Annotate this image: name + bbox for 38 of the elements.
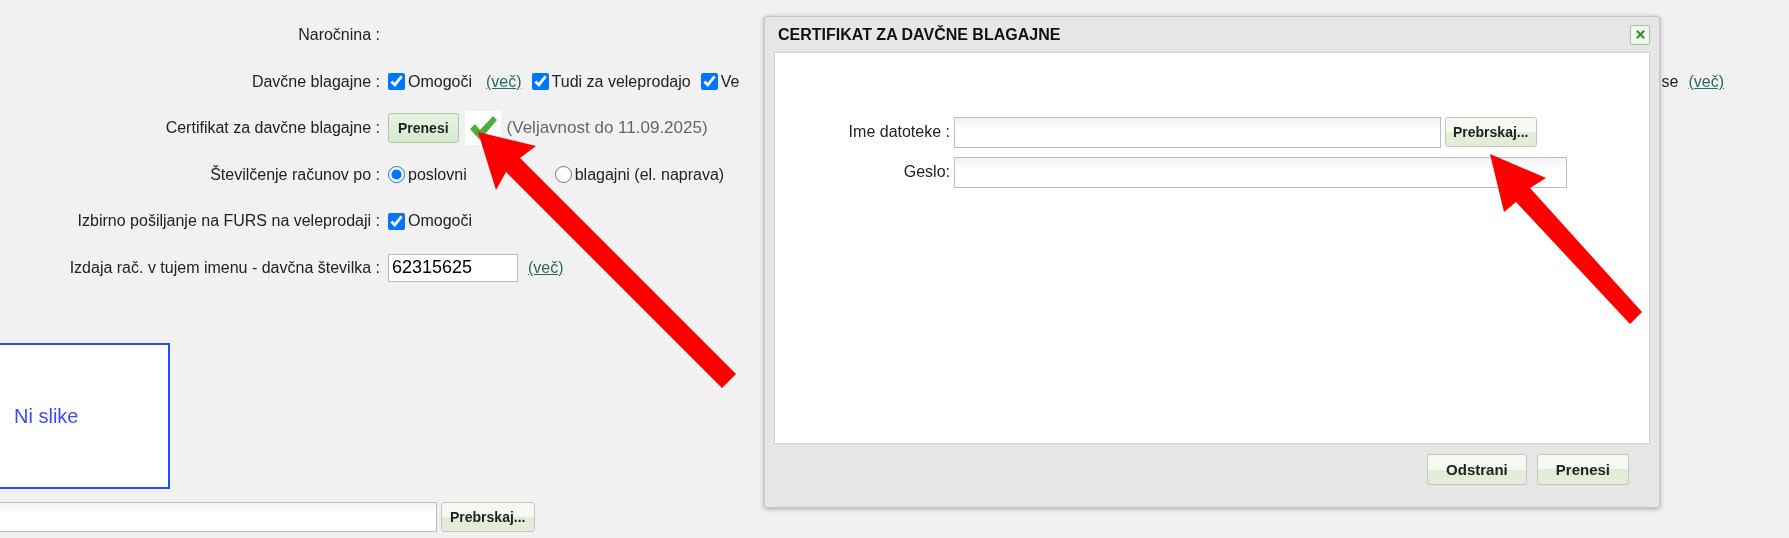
browse-button[interactable]: Prebrskaj...: [1445, 117, 1537, 147]
more-link[interactable]: (več): [528, 258, 564, 277]
dialog-button[interactable]: Prenesi: [1536, 454, 1629, 485]
radio-button[interactable]: [554, 166, 572, 184]
file-name-field[interactable]: [954, 116, 1441, 148]
checkbox[interactable]: [388, 212, 405, 230]
upload-button[interactable]: Prenesi: [388, 113, 459, 144]
browse-button[interactable]: Prebrskaj...: [441, 502, 535, 532]
tax-number-field[interactable]: 62315625: [388, 253, 518, 282]
checkbox-label: Tudi za veleprodajo: [551, 72, 691, 91]
validity-note: (Veljavnost do 11.09.2025): [506, 118, 708, 139]
checkbox[interactable]: [388, 73, 405, 91]
checkbox-label: Ve: [720, 72, 740, 91]
dialog-title: CERTIFIKAT ZA DAVČNE BLAGAJNE: [778, 25, 1061, 44]
checkbox[interactable]: [531, 73, 549, 91]
close-icon: [1634, 29, 1646, 40]
dialog-button[interactable]: Odstrani: [1427, 454, 1527, 485]
password-field[interactable]: [954, 156, 1567, 188]
field-label: Davčne blagajne :: [250, 72, 380, 91]
field-label: Geslo:: [902, 163, 950, 181]
checkbox-label: Omogoči: [408, 72, 473, 91]
field-label: Naročnina :: [297, 26, 380, 45]
radio-button[interactable]: [388, 166, 405, 184]
no-image-text: Ni slike: [14, 404, 79, 428]
checkbox-label: se: [1661, 72, 1679, 91]
more-link[interactable]: (več): [486, 72, 522, 91]
checkbox-label: Omogoči: [408, 212, 473, 231]
more-link[interactable]: (več): [1688, 72, 1724, 91]
radio-label: blagajni (el. naprava): [574, 165, 725, 184]
field-label: Izdaja rač. v tujem imenu - davčna številka :: [68, 258, 380, 277]
radio-label: poslovni: [408, 165, 467, 184]
field-label: Ime datoteke :: [847, 123, 950, 141]
checkbox[interactable]: [700, 73, 718, 91]
close-button[interactable]: [1630, 24, 1650, 45]
file-field[interactable]: [0, 502, 437, 532]
field-label: Izbirno pošiljanje na FURS na veleprodaji :: [76, 212, 380, 231]
field-label: Certifikat za davčne blagajne :: [164, 119, 380, 138]
field-label: Številčenje računov po :: [209, 165, 380, 184]
